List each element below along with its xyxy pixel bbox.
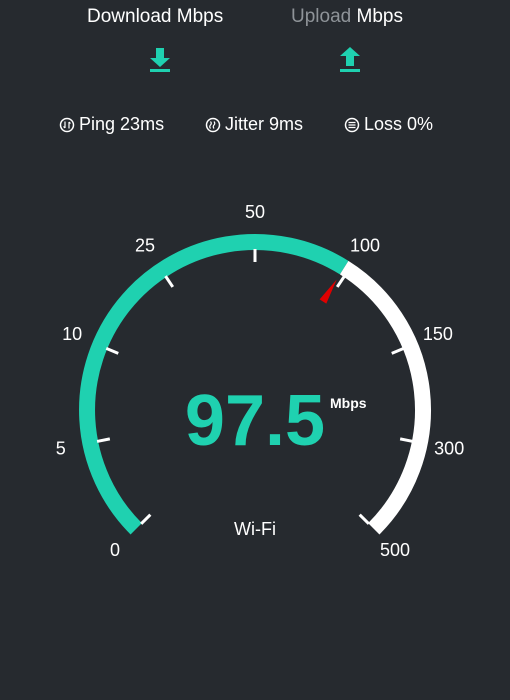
connection-type: Wi-Fi	[234, 519, 276, 539]
gauge-scale-label: 100	[350, 235, 380, 255]
gauge-scale-label: 500	[380, 540, 410, 560]
gauge-tick	[335, 275, 346, 288]
gauge-tick	[105, 347, 119, 355]
gauge-tick	[358, 513, 370, 525]
gauge-scale-label: 50	[245, 202, 265, 222]
gauge-tick	[164, 275, 175, 288]
gauge-tick	[96, 437, 111, 443]
gauge-tick	[391, 347, 405, 355]
gauge-scale-label: 150	[423, 324, 453, 344]
speed-unit: Mbps	[330, 395, 367, 411]
gauge-scale-label: 10	[62, 324, 82, 344]
gauge-needle	[319, 279, 337, 304]
speed-value: 97.5	[185, 381, 325, 461]
gauge-tick	[140, 513, 152, 525]
speed-gauge: 0 5 10 25 50 100 150 300 500 97.5 Mbps Wi-Fi	[56, 202, 464, 560]
gauge-scale-label: 0	[110, 540, 120, 560]
gauge-scale-label: 5	[56, 439, 66, 459]
gauge-scale-label: 25	[135, 235, 155, 255]
gauge-scale-label: 300	[434, 439, 464, 459]
gauge-tick	[399, 437, 414, 443]
